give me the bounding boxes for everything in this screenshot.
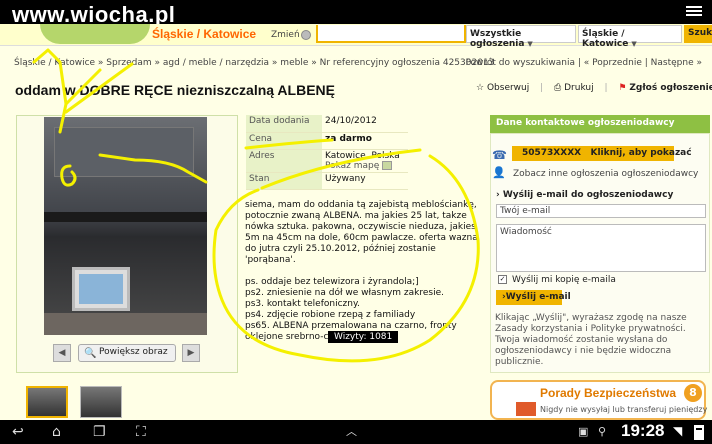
battery-icon [694,425,704,440]
listing-nav: Powrót do wyszukiwania | « Poprzednie | … [465,58,702,68]
menu-icon[interactable] [686,4,702,18]
photo-thumbnail[interactable] [80,386,122,418]
breadcrumb: Śląskie / Katowice » Sprzedam » agd / me… [14,58,495,68]
search-button[interactable]: Szukaj [684,25,712,43]
report-button[interactable]: ⚑ Zgłoś ogłoszenie▼ [618,83,712,93]
listing-description: siema, mam do oddania tą zajebistą meblo… [245,200,478,342]
wifi-icon: ◥ [673,424,683,438]
details-table: Data dodania 24/10/2012 Cena za darmo Adre… [246,115,408,190]
region-select[interactable]: Śląskie / Katowice ▼ [578,25,682,49]
chevron-right-icon: › [496,190,500,200]
message-field[interactable]: Wiadomość [496,224,706,272]
next-photo-button[interactable]: ▶ [182,344,200,362]
map-icon[interactable] [382,160,393,170]
listing-photo[interactable] [44,117,207,335]
arrow-left-icon: ◀ [58,348,66,358]
search-input[interactable] [316,25,466,43]
back-to-search-link[interactable]: Powrót do wyszukiwania [465,58,575,68]
phone-icon: ☎ [492,148,507,162]
breadcrumb-item[interactable]: Śląskie / Katowice [14,58,95,68]
table-row: Cena za darmo [246,132,408,150]
show-map-link[interactable]: Pokaż mapę [325,161,379,171]
safety-title: Porady Bezpieczeństwa [540,386,677,400]
table-row: Stan Używany [246,172,408,190]
clock: 19:28 [621,421,665,440]
page-title: oddam w DOBRE RĘCE niezniszczalną ALBENĘ [15,82,335,98]
magnifier-icon: 🔍 [84,348,97,359]
previous-link[interactable]: Poprzednie [592,58,642,68]
prev-photo-button[interactable]: ◀ [53,344,71,362]
safety-badge: 8 [684,384,702,402]
arrow-right-icon: ▶ [187,348,195,358]
recent-apps-icon[interactable]: ❐ [93,423,106,441]
enlarge-photo-button[interactable]: 🔍 Powiększ obraz [78,344,176,362]
category-select[interactable]: Wszystkie ogłoszenia ▼ [466,25,576,49]
region-title: Śląskie / Katowice [152,27,257,41]
change-region-icon[interactable] [301,30,311,40]
safety-tip-text: Nigdy nie wysyłaj lub transferuj pienięd… [540,405,708,414]
table-row: Adres Katowice, Polska Pokaż mapę [246,149,408,173]
flag-icon: ⚑ [618,83,627,93]
show-phone-button[interactable]: 50573XXXX Kliknij, aby pokazać [512,146,692,161]
user-icon: 👤 [492,166,506,179]
change-region-link[interactable]: Zmień [271,30,300,40]
chevron-down-icon: ▼ [631,40,637,48]
watch-button[interactable]: ☆ Obserwuj [476,83,529,93]
chevron-down-icon: ▼ [527,40,533,48]
send-copy-checkbox[interactable]: ✓ [498,275,507,284]
next-link[interactable]: Następne [651,58,694,68]
chevron-up-icon[interactable]: ︿ [346,423,357,441]
usb-icon: ⚲ [598,425,607,438]
breadcrumb-item[interactable]: Sprzedam [106,58,151,68]
notification-icon: ▣ [578,425,589,438]
send-email-button[interactable]: ›Wyślij e-mail [496,290,571,305]
site-logo[interactable] [40,24,150,44]
email-field[interactable]: Twój e-mail [496,204,706,218]
send-copy-label: Wyślij mi kopię e-maila [512,275,616,285]
star-icon: ☆ [476,83,485,93]
other-ads-link[interactable]: Zobacz inne ogłoszenia ogłoszeniodawcy [513,169,698,179]
legal-text: Klikając „Wyślij", wyrażasz zgodę na nas… [495,313,687,367]
photo-thumbnail[interactable] [26,386,68,418]
contact-header: Dane kontaktowe ogłoszeniodawcy [490,115,710,133]
back-icon[interactable]: ↩ [12,423,24,441]
table-row: Data dodania 24/10/2012 [246,115,408,133]
screenshot-icon[interactable]: ⛶ [136,423,146,441]
print-button[interactable]: ⎙ Drukuj [554,83,594,93]
email-section-title: › Wyślij e-mail do ogłoszeniodawcy [496,190,674,200]
house-icon [516,402,536,416]
visit-counter: Wizyty: 1081 [328,331,399,343]
home-icon[interactable]: ⌂ [52,423,61,441]
breadcrumb-item[interactable]: meble [280,58,308,68]
listing-actions: ☆ Obserwuj | ⎙ Drukuj | ⚑ Zgłoś ogłoszen… [476,83,712,93]
print-icon: ⎙ [554,83,562,93]
breadcrumb-item[interactable]: agd / meble / narzędzia [163,58,269,68]
